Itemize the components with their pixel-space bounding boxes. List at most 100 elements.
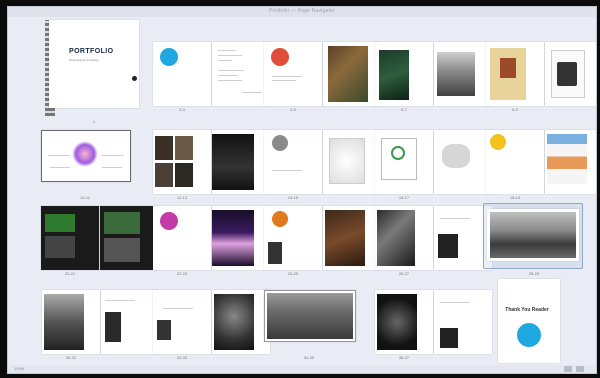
page-number: 14-15 [287,195,299,200]
cover-spread[interactable]: PORTFOLIO Photography & Design 1 [36,17,139,125]
last-page-spread[interactable]: Thank You Reader 38 [497,278,561,370]
photo [377,210,415,266]
photo [268,242,282,264]
spread-24-25[interactable]: 24-25 [263,205,381,276]
page-left [153,42,211,106]
cover-page[interactable]: PORTFOLIO Photography & Design [49,20,139,108]
spread-10-11[interactable]: 10-11 [40,129,132,200]
text-line [163,308,193,309]
photo [212,134,254,190]
page-left [375,42,433,106]
last-page-title: Thank You Reader [505,307,549,313]
page-number: 32-33 [176,355,188,360]
spread-32-33[interactable]: 32-33 [152,289,270,360]
text-line [105,300,135,301]
page-left [375,290,433,354]
page-left [41,206,99,270]
photo [175,163,193,187]
spread-22-23[interactable]: 22-23 [152,205,270,276]
grid-view-button[interactable] [564,366,572,372]
text-line [242,92,262,93]
yellow-circle-icon [490,134,506,150]
page-right [545,42,596,106]
spread-16-17[interactable]: 16-17 [374,129,492,200]
spread-18-19[interactable]: 18-19 [485,129,596,200]
page-number: 18-19 [509,195,521,200]
photo [155,136,173,160]
photo [379,50,409,100]
spread-12-13[interactable]: 12-13 [152,129,270,200]
page-number: 6-7 [401,107,407,112]
page-number: 36-37 [398,355,410,360]
photo [155,163,173,187]
blue-circle-icon [160,48,178,66]
page-right [434,290,492,354]
mindmap-branch [50,167,70,168]
page-left [153,290,211,354]
page-left [42,290,100,354]
photo [438,234,458,258]
photo [104,212,140,234]
page-number: 24-25 [287,271,299,276]
page-number: 16-17 [398,195,410,200]
last-page: Thank You Reader [498,279,560,363]
text-line [218,75,238,76]
poster-graphic [500,58,516,78]
page-right [101,290,159,354]
spread-4-5[interactable]: 4-5 [263,41,381,112]
web-layout-image [547,134,587,184]
photo [45,214,75,232]
mindmap-page [41,130,131,182]
spread-30-31[interactable]: 30-31 [41,289,159,360]
text-line [272,80,296,81]
orange-circle-icon [272,211,288,227]
cover-subtitle: Photography & Design [69,58,100,62]
spread-14-15[interactable]: 14-15 [263,129,381,200]
page-right [434,42,492,106]
page-left [264,130,322,194]
landscape-page [264,290,356,342]
page-number: 12-13 [176,195,188,200]
page-right [323,206,381,270]
spread-6-7[interactable]: 6-7 [374,41,492,112]
text-line [272,76,302,77]
photo [325,210,365,266]
page-left [375,130,433,194]
zoom-level: 100% [14,366,25,371]
page-right [434,130,492,194]
spread-8-9[interactable]: 8-9 [485,41,596,112]
spread-28-29-selected[interactable]: 28-29 [483,203,583,276]
mindmap-branch [102,155,124,156]
page-left [153,206,211,270]
text-line [440,302,470,303]
photo [440,328,458,348]
landscape-photo [490,212,576,258]
page-number: 26-27 [398,271,410,276]
page-right [100,206,158,270]
text-line [218,60,232,61]
tshirt-image [557,62,577,86]
list-view-button[interactable] [576,366,584,372]
page-number: 8-9 [512,107,518,112]
page-right [545,130,596,194]
magenta-circle-icon [160,212,178,230]
mindmap-center [72,141,98,167]
spread-2-3[interactable]: 2-3 [152,41,270,112]
photo [214,294,254,350]
text-line [218,50,236,51]
blue-circle-icon [517,323,541,347]
photo [45,236,75,258]
photo [44,294,84,350]
text-line [440,218,470,219]
text-line [218,70,244,71]
spread-36-37[interactable]: 36-37 [374,289,492,360]
page-left [486,130,544,194]
spread-26-27[interactable]: 26-27 [374,205,492,276]
spread-34-35[interactable]: 34-35 [263,289,359,360]
gray-circle-icon [272,135,288,151]
page-left [264,206,322,270]
spread-20-21[interactable]: 20-21 [40,205,158,276]
photo [328,46,368,102]
page-number: 34-35 [303,355,315,360]
page-number: 22-23 [176,271,188,276]
